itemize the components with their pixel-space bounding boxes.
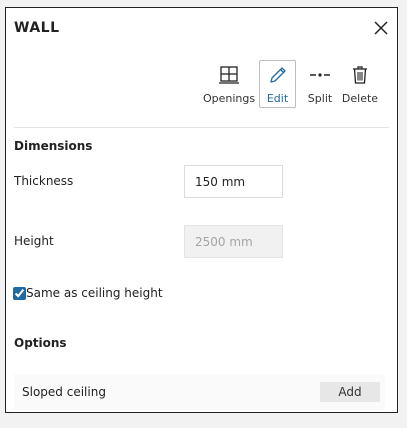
toolbar-divider — [14, 127, 389, 128]
split-button[interactable]: Split — [300, 60, 340, 108]
window-icon — [219, 63, 239, 87]
wall-panel: WALL Openings Edit Split Delete Dimensio… — [5, 7, 398, 413]
option-row-sloped-ceiling: Sloped ceiling Add — [14, 374, 385, 410]
sloped-ceiling-label: Sloped ceiling — [22, 385, 106, 399]
same-as-ceiling-checkbox[interactable] — [13, 286, 26, 300]
edit-button[interactable]: Edit — [259, 60, 296, 108]
thickness-label: Thickness — [14, 174, 74, 188]
split-label: Split — [307, 92, 333, 105]
delete-label: Delete — [341, 92, 379, 105]
same-as-ceiling-row[interactable]: Same as ceiling height — [13, 286, 163, 300]
height-label: Height — [14, 234, 54, 248]
dimensions-heading: Dimensions — [14, 139, 93, 153]
panel-title: WALL — [14, 20, 60, 36]
openings-button[interactable]: Openings — [201, 60, 257, 108]
pencil-icon — [268, 63, 288, 87]
openings-label: Openings — [202, 92, 256, 105]
height-input[interactable] — [184, 225, 283, 258]
split-icon — [309, 63, 331, 87]
trash-icon — [350, 63, 370, 87]
same-as-ceiling-label: Same as ceiling height — [26, 286, 163, 300]
delete-button[interactable]: Delete — [340, 60, 380, 108]
wall-toolbar: Openings Edit Split Delete — [201, 60, 380, 110]
edit-label: Edit — [266, 92, 289, 105]
options-heading: Options — [14, 336, 67, 350]
close-icon[interactable] — [373, 20, 389, 36]
add-sloped-ceiling-button[interactable]: Add — [320, 382, 380, 402]
thickness-input[interactable] — [184, 165, 283, 198]
